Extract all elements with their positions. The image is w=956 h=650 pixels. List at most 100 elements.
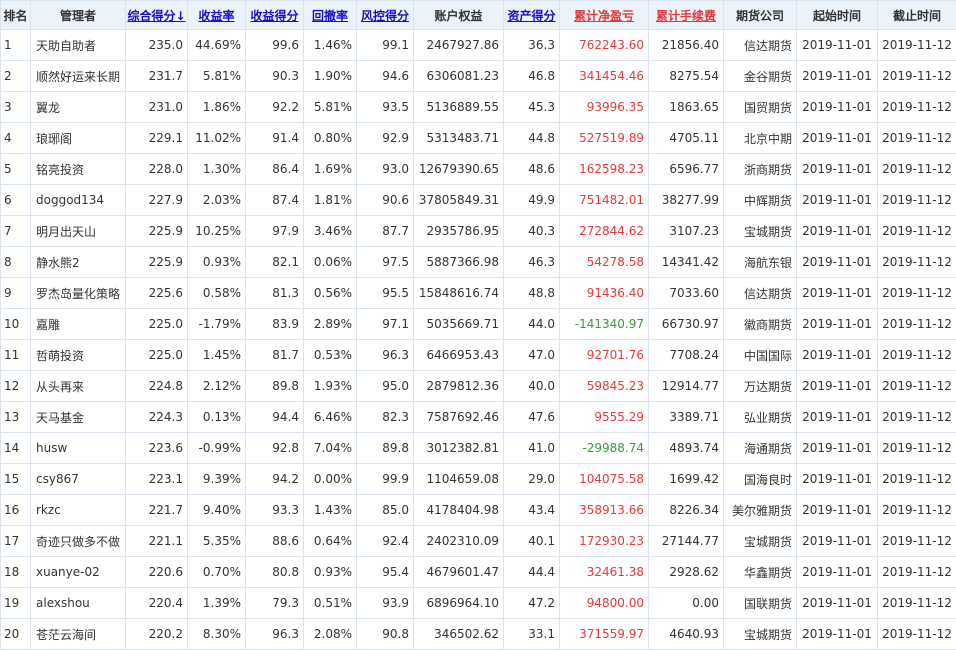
asset-score: 40.0 <box>503 370 560 402</box>
start-date: 2019-11-01 <box>796 153 878 185</box>
rank-cell: 13 <box>0 401 31 433</box>
total-score: 221.1 <box>125 525 188 557</box>
return-score: 81.7 <box>245 339 304 371</box>
return-rate-header[interactable]: 收益率 <box>187 0 246 30</box>
account-equity: 2467927.86 <box>413 29 504 61</box>
net-pnl: 341454.46 <box>559 60 649 92</box>
return-rate: 1.86% <box>187 91 246 123</box>
broker-header-label: 期货公司 <box>735 8 784 23</box>
drawdown-rate: 1.69% <box>303 153 357 185</box>
net-pnl: -29988.74 <box>559 432 649 464</box>
return-rate: 1.45% <box>187 339 246 371</box>
net-pnl: 172930.23 <box>559 525 649 557</box>
asset-score-header[interactable]: 资产得分 <box>503 0 560 30</box>
return-rate: 2.03% <box>187 184 246 216</box>
end-date: 2019-11-12 <box>877 122 956 154</box>
asset-score-header-label[interactable]: 资产得分 <box>507 9 555 23</box>
total-score-header[interactable]: 综合得分↓ <box>125 0 188 30</box>
return-rate-header-label[interactable]: 收益率 <box>198 9 234 23</box>
total-fee: 1863.65 <box>648 91 724 123</box>
total-score: 220.6 <box>125 556 188 588</box>
return-score-header[interactable]: 收益得分 <box>245 0 304 30</box>
return-rate: 0.13% <box>187 401 246 433</box>
drawdown-rate: 3.46% <box>303 215 357 247</box>
start-date: 2019-11-01 <box>796 308 878 340</box>
drawdown-rate: 0.56% <box>303 277 357 309</box>
return-rate: -1.79% <box>187 308 246 340</box>
end-date-header: 截止时间 <box>877 0 956 30</box>
net-pnl-header[interactable]: 累计净盈亏 <box>559 0 649 30</box>
asset-score: 46.8 <box>503 60 560 92</box>
asset-score: 36.3 <box>503 29 560 61</box>
total-fee: 21856.40 <box>648 29 724 61</box>
rank-cell: 7 <box>0 215 31 247</box>
start-date: 2019-11-01 <box>796 91 878 123</box>
net-pnl: 9555.29 <box>559 401 649 433</box>
total-score: 220.4 <box>125 587 188 619</box>
manager-header-label: 管理者 <box>59 8 96 23</box>
asset-score: 47.0 <box>503 339 560 371</box>
risk-score: 90.6 <box>356 184 414 216</box>
return-rate: 1.30% <box>187 153 246 185</box>
total-fee: 0.00 <box>648 587 724 619</box>
drawdown-header-label[interactable]: 回撤率 <box>312 9 348 23</box>
account-equity: 37805849.31 <box>413 184 504 216</box>
total-score: 224.3 <box>125 401 188 433</box>
asset-score: 44.0 <box>503 308 560 340</box>
total-fee: 7708.24 <box>648 339 724 371</box>
net-pnl: 92701.76 <box>559 339 649 371</box>
risk-score: 99.9 <box>356 463 414 495</box>
risk-score: 94.6 <box>356 60 414 92</box>
table-header-row: 排名 管理者 综合得分↓ 收益率 收益得分 回撤率 风控得分 账户权益 资产得分 累计净盈亏 累计手… <box>0 0 956 30</box>
rank-cell: 15 <box>0 463 31 495</box>
total-score-header-label[interactable]: 综合得分↓ <box>127 9 185 23</box>
rank-cell: 8 <box>0 246 31 278</box>
asset-score: 48.6 <box>503 153 560 185</box>
total-score: 231.0 <box>125 91 188 123</box>
return-score: 79.3 <box>245 587 304 619</box>
manager-name: 琅琊阁 <box>30 122 126 154</box>
return-score: 89.8 <box>245 370 304 402</box>
risk-score: 89.8 <box>356 432 414 464</box>
risk-score-header[interactable]: 风控得分 <box>356 0 414 30</box>
drawdown-rate: 6.46% <box>303 401 357 433</box>
account-equity: 6306081.23 <box>413 60 504 92</box>
total-fee: 4893.74 <box>648 432 724 464</box>
return-rate: 44.69% <box>187 29 246 61</box>
account-equity: 2879812.36 <box>413 370 504 402</box>
asset-score: 41.0 <box>503 432 560 464</box>
fee-header[interactable]: 累计手续费 <box>648 0 724 30</box>
net-pnl: 32461.38 <box>559 556 649 588</box>
net-pnl-header-label[interactable]: 累计净盈亏 <box>574 9 634 23</box>
broker-name: 宝城期货 <box>723 525 797 557</box>
rank-cell: 14 <box>0 432 31 464</box>
rank-cell: 4 <box>0 122 31 154</box>
asset-score: 44.4 <box>503 556 560 588</box>
manager-name: 从头再来 <box>30 370 126 402</box>
fee-header-label[interactable]: 累计手续费 <box>656 9 716 23</box>
manager-name: 静水熊2 <box>30 246 126 278</box>
manager-name: husw <box>30 432 126 464</box>
return-rate: 9.40% <box>187 494 246 526</box>
return-rate: 0.93% <box>187 246 246 278</box>
return-score: 82.1 <box>245 246 304 278</box>
table-row: 10 嘉雕 225.0 -1.79% 83.9 2.89% 97.1 5035669.71 44… <box>0 308 956 340</box>
start-date: 2019-11-01 <box>796 246 878 278</box>
asset-score: 44.8 <box>503 122 560 154</box>
end-date: 2019-11-12 <box>877 184 956 216</box>
account-equity: 5313483.71 <box>413 122 504 154</box>
risk-score-header-label[interactable]: 风控得分 <box>361 9 409 23</box>
end-date-header-label: 截止时间 <box>892 8 941 23</box>
return-score: 87.4 <box>245 184 304 216</box>
risk-score: 95.0 <box>356 370 414 402</box>
asset-score: 40.3 <box>503 215 560 247</box>
risk-score: 92.9 <box>356 122 414 154</box>
return-rate: 8.30% <box>187 618 246 650</box>
table-row: 7 明月出天山 225.9 10.25% 97.9 3.46% 87.7 2935786.95… <box>0 215 956 247</box>
total-fee: 12914.77 <box>648 370 724 402</box>
return-score: 90.3 <box>245 60 304 92</box>
return-score-header-label[interactable]: 收益得分 <box>250 9 298 23</box>
end-date: 2019-11-12 <box>877 525 956 557</box>
drawdown-rate: 0.64% <box>303 525 357 557</box>
drawdown-header[interactable]: 回撤率 <box>303 0 357 30</box>
